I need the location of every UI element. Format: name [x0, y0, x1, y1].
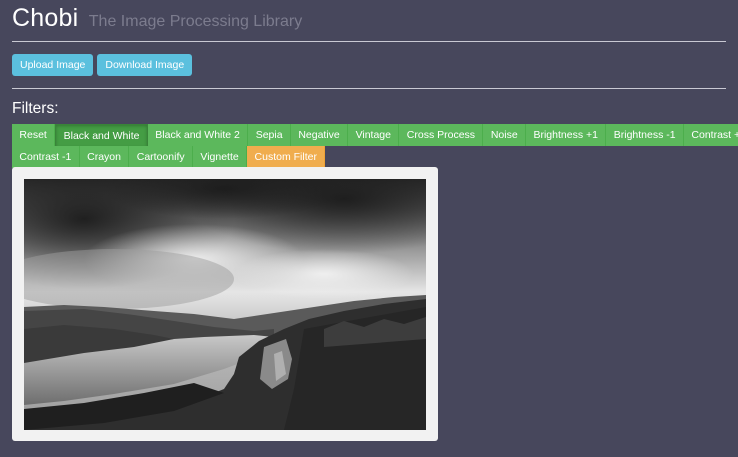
filter-row-1: Reset Black and White Black and White 2 Sep…	[12, 124, 738, 148]
filter-button-cross-process[interactable]: Cross Process	[399, 124, 484, 146]
filter-button-black-and-white[interactable]: Black and White	[55, 124, 148, 148]
filter-row-2: Contrast -1 Crayon Cartoonify Vignette Custo…	[12, 146, 712, 168]
filter-button-negative[interactable]: Negative	[290, 124, 349, 146]
filter-button-custom-filter[interactable]: Custom Filter	[247, 146, 326, 168]
app-header: Chobi The Image Processing Library	[12, 4, 302, 38]
filters-heading: Filters:	[12, 100, 59, 117]
filter-button-vintage[interactable]: Vintage	[348, 124, 400, 146]
filter-button-noise[interactable]: Noise	[483, 124, 527, 146]
filter-button-reset[interactable]: Reset	[12, 124, 56, 146]
filter-button-black-and-white-2[interactable]: Black and White 2	[147, 124, 249, 146]
filter-button-contrast-minus-1[interactable]: Contrast -1	[12, 146, 80, 168]
download-image-button[interactable]: Download Image	[97, 54, 193, 76]
filter-button-sepia[interactable]: Sepia	[248, 124, 291, 146]
filter-button-contrast-plus1[interactable]: Contrast +1	[684, 124, 738, 146]
filter-button-vignette[interactable]: Vignette	[193, 146, 248, 168]
filter-button-cartoonify[interactable]: Cartoonify	[129, 146, 193, 168]
image-preview-frame	[12, 167, 438, 441]
preview-image	[24, 179, 426, 430]
app-title: Chobi	[12, 4, 79, 32]
filter-button-group: Reset Black and White Black and White 2 Sep…	[12, 124, 738, 168]
app-subtitle: The Image Processing Library	[88, 13, 303, 30]
filter-button-crayon[interactable]: Crayon	[79, 146, 130, 168]
grayscale-landscape-photo	[24, 179, 426, 430]
image-actions: Upload Image Download Image	[12, 54, 193, 76]
upload-image-button[interactable]: Upload Image	[12, 54, 94, 76]
actions-divider	[12, 88, 726, 89]
header-divider	[12, 41, 726, 42]
filter-button-brightness-plus1[interactable]: Brightness +1	[526, 124, 607, 146]
filter-button-brightness-minus-1[interactable]: Brightness -1	[606, 124, 685, 146]
